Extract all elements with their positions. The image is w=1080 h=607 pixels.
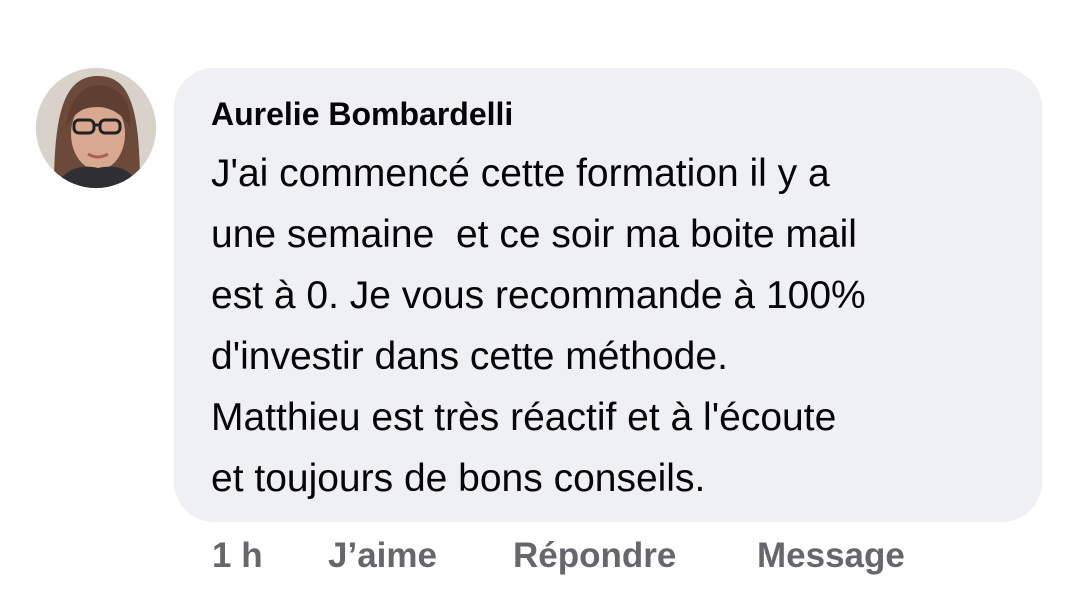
- comment-text-line: J'ai commencé cette formation il y a: [211, 152, 830, 195]
- comment-text-line: une semaine et ce soir ma boite mail: [211, 213, 857, 256]
- comment-text: J'ai commencé cette formation il y a une…: [211, 143, 1006, 509]
- comment: Aurelie Bombardelli J'ai commencé cette …: [0, 0, 1080, 607]
- comment-timestamp[interactable]: 1 h: [212, 532, 263, 580]
- comment-text-line: Matthieu est très réactif et à l'écoute: [211, 396, 837, 439]
- reply-button[interactable]: Répondre: [513, 532, 676, 580]
- comment-text-line: d'investir dans cette méthode.: [211, 335, 728, 378]
- author-avatar[interactable]: [36, 68, 156, 188]
- comment-bubble: Aurelie Bombardelli J'ai commencé cette …: [174, 68, 1042, 522]
- comment-text-line: et toujours de bons conseils.: [211, 457, 706, 500]
- comment-author-name[interactable]: Aurelie Bombardelli: [211, 94, 1006, 134]
- avatar-photo-icon: [36, 68, 156, 188]
- comment-text-line: est à 0. Je vous recommande à 100%: [211, 274, 866, 317]
- like-button[interactable]: J’aime: [328, 532, 437, 580]
- message-button[interactable]: Message: [757, 532, 905, 580]
